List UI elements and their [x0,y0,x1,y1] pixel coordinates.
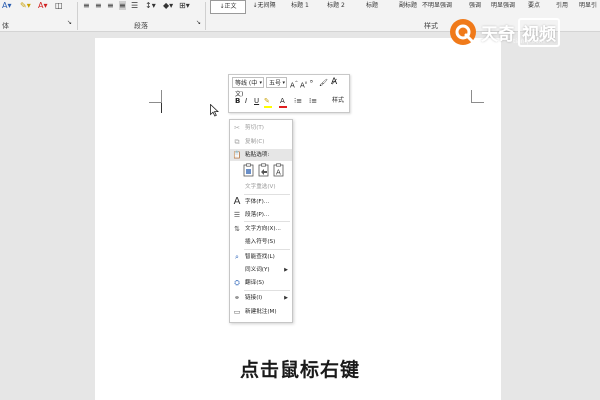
menu-item-reconvert[interactable]: 文字重选(V) [230,181,292,193]
font-name-dropdown[interactable]: 等线 (中文) ▾ [232,77,264,98]
watermark-brand-text: 天奇 [481,25,515,45]
numbering-icon[interactable]: ⁞≡ [309,96,317,106]
dialog-launcher-icon[interactable]: ↘ [67,19,72,26]
menu-separator [244,194,290,195]
menu-item-smart-lookup[interactable]: ⌕ 智能查找(L) [230,251,292,263]
shading-icon[interactable]: ◆▾ [163,1,173,10]
text-cursor [161,103,162,113]
align-right-icon[interactable]: ≡ [107,1,114,10]
menu-item-paste-options[interactable]: 📋 粘贴选项: [230,149,292,161]
style-intense-emphasis[interactable]: 明显强调 [485,0,521,12]
translate-icon: ⛭ [234,279,240,287]
border-icon[interactable]: ◫ [55,1,63,10]
menu-item-copy[interactable]: ⧉ 复制(C) [230,136,292,148]
paragraph-icon: ☰ [233,211,241,219]
ribbon-separator [77,2,78,30]
text-direction-icon: ⇅ [234,225,240,233]
submenu-arrow-icon: ▶ [284,267,288,273]
scissors-icon: ✂ [234,124,240,132]
chevron-down-icon: ▾ [282,80,285,86]
format-painter-icon[interactable]: 🖌 [319,78,328,88]
line-spacing-icon[interactable]: ↕▾ [145,1,156,10]
distribute-icon[interactable]: ☰ [131,1,138,10]
bullets-icon[interactable]: ⁝≡ [294,96,302,106]
menu-separator [244,221,290,222]
grow-font-icon[interactable]: A^ [290,78,298,90]
style-title[interactable]: 标题 [355,0,389,12]
menu-separator [244,290,290,291]
menu-item-synonyms[interactable]: 同义词(Y) ▶ [230,264,292,276]
mini-toolbar: 等线 (中文) ▾ 五号 ▾ A^ Av ⁸ 🖌 A̷ B I U ✎ A ⁝≡… [228,74,350,113]
chevron-down-icon: ▾ [259,80,262,86]
style-heading-1[interactable]: 标题 1 [283,0,317,12]
align-left-icon[interactable]: ≡ [83,1,90,10]
dialog-launcher-icon[interactable]: ↘ [196,19,201,26]
italic-button[interactable]: I [245,96,247,106]
font-color-bar [279,106,287,108]
styles-icon[interactable]: A̷ [331,77,337,87]
crop-mark-top-right [471,90,484,103]
submenu-arrow-icon: ▶ [284,295,288,301]
align-center-icon[interactable]: ≡ [95,1,102,10]
watermark-logo: 天奇 视频 tianqi.com [449,16,587,54]
menu-item-link[interactable]: ⚭ 链接(I) ▶ [230,292,292,304]
watermark-url: tianqi.com [513,38,545,45]
menu-item-text-direction[interactable]: ⇅ 文字方向(X)... [230,223,292,235]
copy-icon: ⧉ [234,138,240,146]
merge-formatting-icon[interactable] [258,163,269,177]
style-quote[interactable]: 引用 [549,0,575,12]
paste-icon: 📋 [232,151,242,159]
menu-item-translate[interactable]: ⛭ 翻译(S) [230,277,292,289]
svg-text:A: A [276,169,281,177]
font-color-icon[interactable]: A [280,96,285,106]
bold-button[interactable]: B [235,96,240,106]
menu-separator [244,249,290,250]
menu-item-insert-symbol[interactable]: 插入符号(S) [230,236,292,248]
crop-mark-top-left [149,90,162,103]
phonetic-guide-icon[interactable]: ⁸ [310,78,313,88]
justify-icon[interactable]: ≡ [119,1,126,10]
ribbon-group-font: 体 [2,22,9,30]
style-intense-quote[interactable]: 明显引 [576,0,600,12]
mouse-pointer-icon [210,104,219,117]
font-size-dropdown[interactable]: 五号 ▾ [266,77,287,88]
menu-item-new-comment[interactable]: ▭ 新建批注(M) [230,306,292,318]
menu-item-paragraph[interactable]: ☰ 段落(P)... [230,209,292,221]
font-color-icon[interactable]: A▾ [38,1,48,10]
context-menu: ✂ 剪切(T) ⧉ 复制(C) 📋 粘贴选项: A 文字重选(V) A 字体(F… [229,119,293,323]
highlight-icon[interactable]: ✎ [264,96,270,106]
font-color-a-icon[interactable]: A▾ [2,1,12,10]
highlight-icon[interactable]: ✎▾ [20,1,31,10]
font-size-value: 五号 [269,80,282,87]
ribbon-group-styles: 样式 [424,22,438,30]
highlight-color-bar [264,106,272,108]
styles-label[interactable]: 样式 [332,96,344,106]
ribbon-separator [205,2,206,30]
style-strong[interactable]: 要点 [521,0,547,12]
shrink-font-icon[interactable]: Av [300,78,307,90]
brand-q-icon [450,19,476,45]
style-normal[interactable]: ↓正文 [210,0,246,14]
style-subtle-emphasis[interactable]: 不明显强调 [415,0,459,12]
borders-icon[interactable]: ⊞▾ [179,1,190,10]
search-icon: ⌕ [235,253,239,261]
ribbon-group-paragraph: 段落 [134,22,148,30]
style-no-spacing[interactable]: ↓无间隔 [247,0,281,12]
style-heading-2[interactable]: 标题 2 [319,0,353,12]
keep-text-only-icon[interactable]: A [273,163,284,177]
comment-icon: ▭ [233,308,241,316]
video-caption: 点击鼠标右键 [239,359,360,381]
keep-source-formatting-icon[interactable] [243,163,254,177]
link-icon: ⚭ [234,294,240,302]
underline-button[interactable]: U [254,96,259,106]
font-icon: A [233,196,241,207]
menu-item-font[interactable]: A 字体(F)... [230,196,292,208]
menu-item-cut[interactable]: ✂ 剪切(T) [230,122,292,134]
